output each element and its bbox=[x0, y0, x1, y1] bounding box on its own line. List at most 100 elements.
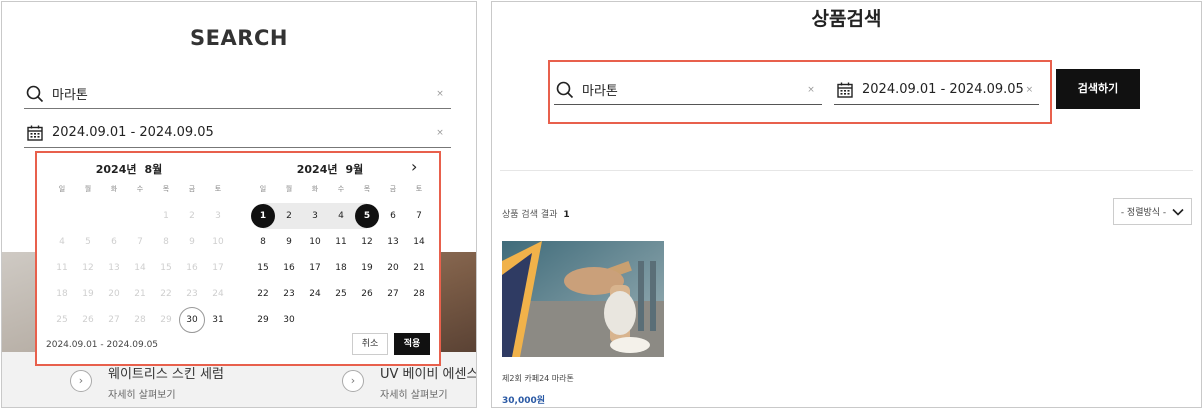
search-button[interactable]: 검색하기 bbox=[1056, 69, 1140, 109]
weekday-label: 금 bbox=[389, 185, 397, 193]
apply-button[interactable]: 적용 bbox=[394, 333, 430, 355]
calendar-day[interactable]: 26 bbox=[75, 307, 101, 333]
sort-select[interactable]: - 정렬방식 - bbox=[1113, 198, 1192, 225]
selected-range-text: 2024.09.01 - 2024.09.05 bbox=[46, 340, 159, 350]
calendar-day[interactable]: 17 bbox=[205, 255, 231, 281]
calendar-day[interactable]: 13 bbox=[380, 229, 406, 255]
clear-date-icon[interactable]: × bbox=[433, 126, 447, 140]
calendar-day[interactable]: 6 bbox=[380, 203, 406, 229]
clear-date-icon[interactable]: × bbox=[1024, 83, 1035, 97]
calendar-day[interactable]: 16 bbox=[179, 255, 205, 281]
calendar-day[interactable]: 23 bbox=[179, 281, 205, 307]
calendar-day[interactable]: 4 bbox=[328, 203, 354, 229]
product-detail-link[interactable]: 자세히 살펴보기 bbox=[380, 386, 448, 401]
arrow-right-icon[interactable]: › bbox=[342, 370, 364, 392]
clear-search-icon[interactable]: × bbox=[433, 87, 447, 101]
calendar-day[interactable]: 30 bbox=[179, 307, 205, 333]
calendar-empty-cell bbox=[406, 307, 432, 333]
calendar-day[interactable]: 5 bbox=[354, 203, 380, 229]
calendar-day[interactable]: 7 bbox=[127, 229, 153, 255]
calendar-day[interactable]: 30 bbox=[276, 307, 302, 333]
calendar-day[interactable]: 11 bbox=[49, 255, 75, 281]
calendar-day[interactable]: 1 bbox=[250, 203, 276, 229]
calendar-day[interactable]: 13 bbox=[101, 255, 127, 281]
date-range-input[interactable]: 2024.09.01 - 2024.09.05 bbox=[862, 82, 1024, 97]
calendar-day[interactable]: 12 bbox=[354, 229, 380, 255]
calendar-empty-cell bbox=[127, 203, 153, 229]
calendar-day[interactable]: 11 bbox=[328, 229, 354, 255]
calendar-day[interactable]: 22 bbox=[250, 281, 276, 307]
calendar-day[interactable]: 14 bbox=[127, 255, 153, 281]
product-name[interactable]: 제2회 카페24 마라톤 bbox=[502, 373, 574, 384]
calendar-day[interactable]: 21 bbox=[127, 281, 153, 307]
calendar-day[interactable]: 25 bbox=[49, 307, 75, 333]
calendar-day[interactable]: 22 bbox=[153, 281, 179, 307]
calendar-day[interactable]: 12 bbox=[75, 255, 101, 281]
calendar-empty-cell bbox=[328, 307, 354, 333]
product-image[interactable] bbox=[502, 241, 664, 357]
date-range-input[interactable]: 2024.09.01 - 2024.09.05 bbox=[52, 125, 433, 140]
calendar-day[interactable]: 2 bbox=[179, 203, 205, 229]
calendar-day[interactable]: 9 bbox=[179, 229, 205, 255]
calendar-day[interactable]: 8 bbox=[153, 229, 179, 255]
calendar-day[interactable]: 7 bbox=[406, 203, 432, 229]
calendar-day[interactable]: 14 bbox=[406, 229, 432, 255]
calendar-day[interactable]: 21 bbox=[406, 255, 432, 281]
calendar-day[interactable]: 19 bbox=[75, 281, 101, 307]
calendar-day[interactable]: 8 bbox=[250, 229, 276, 255]
calendar-day[interactable]: 5 bbox=[75, 229, 101, 255]
product-detail-link[interactable]: 자세히 살펴보기 bbox=[108, 386, 176, 401]
calendar-empty-cell bbox=[302, 307, 328, 333]
search-input[interactable]: 마라톤 bbox=[52, 84, 433, 103]
calendar-day[interactable]: 31 bbox=[205, 307, 231, 333]
calendar-day[interactable]: 24 bbox=[302, 281, 328, 307]
calendar-day[interactable]: 20 bbox=[380, 255, 406, 281]
search-field[interactable]: 마라톤 × bbox=[24, 79, 451, 109]
weekday-label: 화 bbox=[311, 185, 319, 193]
calendar-day[interactable]: 28 bbox=[127, 307, 153, 333]
next-month-icon[interactable]: › bbox=[411, 157, 417, 176]
weekday-header: 일월화수목금토 bbox=[250, 181, 422, 197]
calendar-day[interactable]: 9 bbox=[276, 229, 302, 255]
date-range-field[interactable]: 2024.09.01 - 2024.09.05 × bbox=[24, 118, 451, 148]
calendar-day[interactable]: 20 bbox=[101, 281, 127, 307]
calendar-day[interactable]: 3 bbox=[205, 203, 231, 229]
clear-search-icon[interactable]: × bbox=[804, 83, 818, 97]
calendar-day[interactable]: 29 bbox=[250, 307, 276, 333]
calendar-day[interactable]: 10 bbox=[302, 229, 328, 255]
calendar-day[interactable]: 16 bbox=[276, 255, 302, 281]
calendar-day[interactable]: 6 bbox=[101, 229, 127, 255]
calendar-day[interactable]: 23 bbox=[276, 281, 302, 307]
calendar-day[interactable]: 28 bbox=[406, 281, 432, 307]
search-field[interactable]: 마라톤 × bbox=[554, 75, 822, 105]
weekday-label: 목 bbox=[162, 185, 170, 193]
calendar-day[interactable]: 19 bbox=[354, 255, 380, 281]
weekday-label: 토 bbox=[214, 185, 222, 193]
calendar-day[interactable]: 29 bbox=[153, 307, 179, 333]
calendar-day[interactable]: 2 bbox=[276, 203, 302, 229]
calendar-day[interactable]: 18 bbox=[328, 255, 354, 281]
calendar-day[interactable]: 26 bbox=[354, 281, 380, 307]
weekday-label: 금 bbox=[188, 185, 196, 193]
calendar-day[interactable]: 27 bbox=[380, 281, 406, 307]
date-range-field[interactable]: 2024.09.01 - 2024.09.05 × bbox=[834, 75, 1039, 105]
calendar-day[interactable]: 18 bbox=[49, 281, 75, 307]
calendar-day[interactable]: 24 bbox=[205, 281, 231, 307]
calendar-day[interactable]: 25 bbox=[328, 281, 354, 307]
calendar-day[interactable]: 1 bbox=[153, 203, 179, 229]
month-heading: 2024년 8월 bbox=[95, 163, 163, 176]
calendar-day[interactable]: 10 bbox=[205, 229, 231, 255]
calendar-day[interactable]: 4 bbox=[49, 229, 75, 255]
calendar-day[interactable]: 17 bbox=[302, 255, 328, 281]
search-panel-left: SEARCH 마라톤 × 2024.09.01 - 2024.09.05 × ›… bbox=[1, 1, 477, 408]
result-number: 1 bbox=[563, 210, 570, 220]
arrow-right-icon[interactable]: › bbox=[70, 370, 92, 392]
product-price: 30,000원 bbox=[502, 396, 546, 406]
calendar-day[interactable]: 3 bbox=[302, 203, 328, 229]
calendar-day[interactable]: 15 bbox=[250, 255, 276, 281]
calendar-day[interactable]: 27 bbox=[101, 307, 127, 333]
search-input[interactable]: 마라톤 bbox=[582, 80, 804, 99]
weekday-label: 일 bbox=[58, 185, 66, 193]
calendar-day[interactable]: 15 bbox=[153, 255, 179, 281]
cancel-button[interactable]: 취소 bbox=[352, 333, 388, 355]
